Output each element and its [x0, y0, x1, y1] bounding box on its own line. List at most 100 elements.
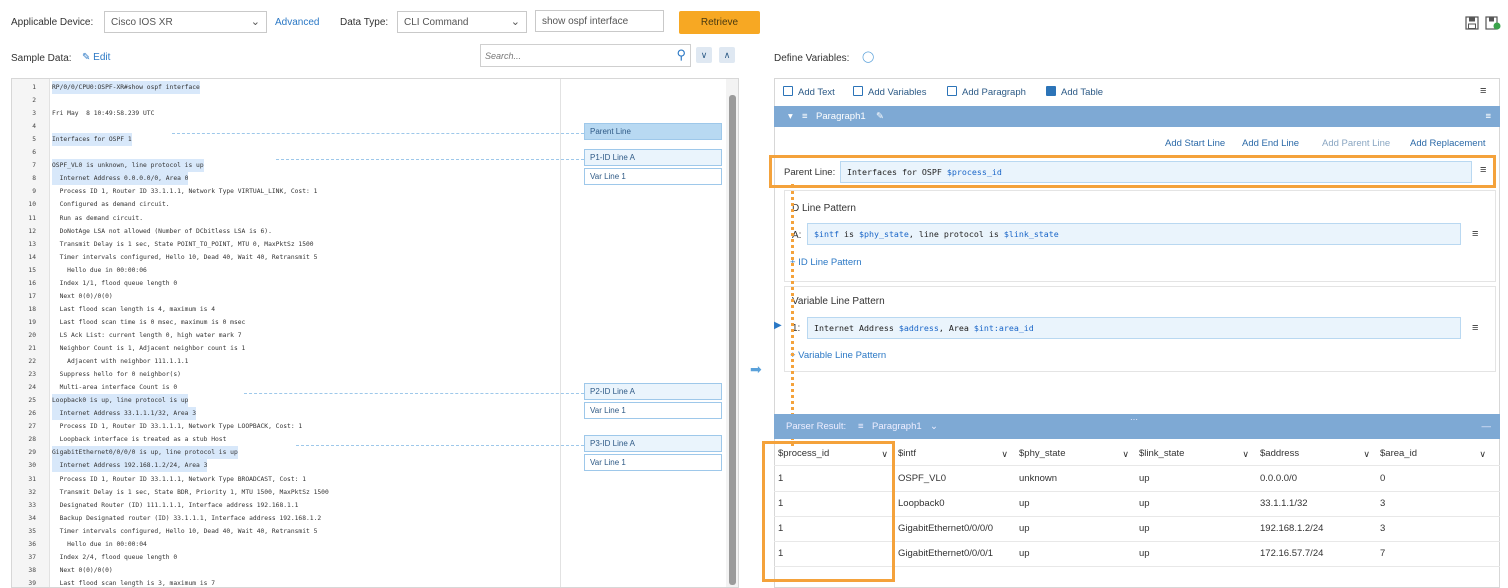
code-line[interactable]: 8 Internet Address 0.0.0.0/0, Area 0 [12, 172, 560, 186]
code-line[interactable]: 21 Neighbor Count is 1, Adjacent neighbo… [12, 342, 560, 355]
line-number: 28 [28, 436, 36, 444]
parser-paragraph-select[interactable]: Paragraph1 [872, 414, 922, 439]
variable-line-pattern-field[interactable]: Internet Address $address, Area $int:are… [807, 317, 1461, 339]
add-variables-button[interactable]: Add Variables [853, 86, 926, 98]
line-number: 39 [28, 579, 36, 587]
column-header[interactable]: $intf ∨ [898, 442, 1014, 466]
column-header[interactable]: $link_state ∨ [1139, 442, 1255, 466]
column-header[interactable]: $address ∨ [1260, 442, 1376, 466]
code-line[interactable]: 30 Internet Address 192.168.1.2/24, Area… [12, 459, 560, 473]
code-line[interactable]: 6 [12, 146, 560, 159]
tag-parent-line[interactable]: Parent Line [584, 123, 722, 140]
add-end-line-link[interactable]: Add End Line [1242, 138, 1299, 149]
code-line[interactable]: 13 Transmit Delay is 1 sec, State POINT_… [12, 238, 560, 251]
code-line[interactable]: 26 Internet Address 33.1.1.1/32, Area 3 [12, 407, 560, 421]
code-line[interactable]: 35 Timer intervals configured, Hello 10,… [12, 525, 560, 538]
advanced-link[interactable]: Advanced [275, 17, 319, 28]
save-as-icon[interactable] [1485, 16, 1501, 30]
scrollbar-thumb[interactable] [729, 95, 736, 585]
code-text: Internet Address 33.1.1.1/32, Area 3 [52, 407, 197, 421]
code-line[interactable]: 38 Next 0(0)/0(0) [12, 564, 560, 577]
add-variable-line-pattern-link[interactable]: + Variable Line Pattern [790, 350, 886, 361]
menu-icon[interactable]: ≡ [1472, 228, 1478, 240]
chevron-down-icon[interactable]: ∨ [1242, 442, 1249, 466]
code-line[interactable]: 23 Suppress hello for 0 neighbor(s) [12, 368, 560, 381]
edit-link[interactable]: ✎ Edit [82, 52, 110, 63]
retrieve-button[interactable]: Retrieve [679, 11, 760, 34]
pencil-icon[interactable]: ✎ [876, 106, 884, 127]
add-paragraph-button[interactable]: Add Paragraph [947, 86, 1026, 98]
code-line[interactable]: 39 Last flood scan length is 3, maximum … [12, 577, 560, 587]
code-line[interactable]: 17 Next 0(0)/0(0) [12, 290, 560, 303]
code-line[interactable]: 19 Last flood scan time is 0 msec, maxim… [12, 316, 560, 329]
code-line[interactable]: 22 Adjacent with neighbor 111.1.1.1 [12, 355, 560, 368]
chevron-down-icon[interactable]: ∨ [1122, 442, 1129, 466]
code-line[interactable]: 16 Index 1/1, flood queue length 0 [12, 277, 560, 290]
parser-result-header[interactable]: Parser Result: ≡ Paragraph1 ⌄ ⋯ — [774, 414, 1500, 439]
add-replacement-link[interactable]: Add Replacement [1410, 138, 1486, 149]
next-match-icon[interactable]: ∨ [696, 47, 712, 63]
menu-icon[interactable]: ≡ [1480, 164, 1486, 176]
menu-icon[interactable]: ≡ [1480, 85, 1486, 97]
column-header[interactable]: $area_id ∨ [1380, 442, 1492, 466]
resize-handle-icon[interactable]: ⋯ [1130, 407, 1138, 432]
code-line[interactable]: 15 Hello due in 00:00:06 [12, 264, 560, 277]
search-input[interactable]: Search... ⚲ [480, 44, 691, 67]
chevron-down-icon[interactable]: ∨ [1001, 442, 1008, 466]
parent-line-field[interactable]: Interfaces for OSPF $process_id [840, 161, 1472, 183]
paragraph-header[interactable]: ▾ ≡ Paragraph1 ✎ ≡ [774, 106, 1500, 127]
code-line[interactable]: 31 Process ID 1, Router ID 33.1.1.1, Net… [12, 473, 560, 486]
code-line[interactable]: 2 [12, 94, 560, 107]
prev-match-icon[interactable]: ∧ [719, 47, 735, 63]
code-line[interactable]: 29 GigabitEthernet0/0/0/0 is up, line pro… [12, 446, 560, 460]
column-header[interactable]: $phy_state ∨ [1019, 442, 1135, 466]
code-line[interactable]: 36 Hello due in 00:00:04 [12, 538, 560, 551]
code-line[interactable]: 32 Transmit Delay is 1 sec, State BDR, P… [12, 486, 560, 499]
code-line[interactable]: 37 Index 2/4, flood queue length 0 [12, 551, 560, 564]
device-value: Cisco IOS XR [111, 17, 173, 28]
datatype-label: Data Type: [340, 17, 389, 28]
id-line-pattern-field[interactable]: $intf is $phy_state, line protocol is $l… [807, 223, 1461, 245]
code-line[interactable]: 12 DoNotAge LSA not allowed (Number of D… [12, 225, 560, 238]
code-line[interactable]: 20 LS Ack List: current length 0, high w… [12, 329, 560, 342]
tag-p1-id-line[interactable]: P1-ID Line A [584, 149, 722, 166]
add-text-button[interactable]: Add Text [783, 86, 835, 98]
tag-p2-id-line[interactable]: P2-ID Line A [584, 383, 722, 400]
menu-icon[interactable]: ≡ [1485, 106, 1491, 127]
code-line[interactable]: 27 Process ID 1, Router ID 33.1.1.1, Net… [12, 420, 560, 433]
code-line[interactable]: 25 Loopback0 is up, line protocol is up [12, 394, 560, 408]
chevron-down-icon[interactable]: ∨ [1479, 442, 1486, 466]
minimize-icon[interactable]: — [1482, 414, 1492, 439]
tag-var-line[interactable]: Var Line 1 [584, 402, 722, 419]
add-table-button[interactable]: Add Table [1046, 86, 1103, 98]
code-line[interactable]: 33 Designated Router (ID) 111.1.1.1, Int… [12, 499, 560, 512]
code-line[interactable]: 7 OSPF_VL0 is unknown, line protocol is u… [12, 159, 560, 173]
code-line[interactable]: 10 Configured as demand circuit. [12, 198, 560, 211]
code-line[interactable]: 11 Run as demand circuit. [12, 212, 560, 225]
code-line[interactable]: 3 Fri May 8 10:49:58.239 UTC [12, 107, 560, 120]
add-parent-line-link[interactable]: Add Parent Line [1322, 138, 1390, 149]
code-line[interactable]: 4 [12, 120, 560, 133]
device-select[interactable]: Cisco IOS XR ⌄ [104, 11, 267, 33]
tag-var-line[interactable]: Var Line 1 [584, 454, 722, 471]
code-line[interactable]: 34 Backup Designated router (ID) 33.1.1.… [12, 512, 560, 525]
code-line[interactable]: 5 Interfaces for OSPF 1 [12, 133, 560, 147]
collapse-icon[interactable]: ▾ [788, 106, 793, 127]
add-start-line-link[interactable]: Add Start Line [1165, 138, 1225, 149]
line-number: 32 [28, 488, 36, 496]
chevron-down-icon[interactable]: ∨ [1363, 442, 1370, 466]
search-icon[interactable]: ⚲ [676, 47, 686, 63]
code-line[interactable]: 14 Timer intervals configured, Hello 10,… [12, 251, 560, 264]
code-line[interactable]: 1 RP/0/0/CPU0:OSPF-XR#show ospf interface [12, 81, 560, 94]
datatype-select[interactable]: CLI Command ⌄ [397, 11, 527, 33]
menu-icon[interactable]: ≡ [1472, 322, 1478, 334]
save-icon[interactable] [1465, 16, 1479, 30]
command-input[interactable]: show ospf interface [535, 10, 664, 32]
table-cell: unknown [1019, 473, 1058, 484]
tag-p3-id-line[interactable]: P3-ID Line A [584, 435, 722, 452]
tag-var-line[interactable]: Var Line 1 [584, 168, 722, 185]
chevron-down-icon[interactable]: ⌄ [930, 414, 938, 439]
add-id-line-pattern-link[interactable]: + ID Line Pattern [790, 257, 862, 268]
code-line[interactable]: 18 Last flood scan length is 4, maximum … [12, 303, 560, 316]
code-line[interactable]: 9 Process ID 1, Router ID 33.1.1.1, Netw… [12, 185, 560, 198]
